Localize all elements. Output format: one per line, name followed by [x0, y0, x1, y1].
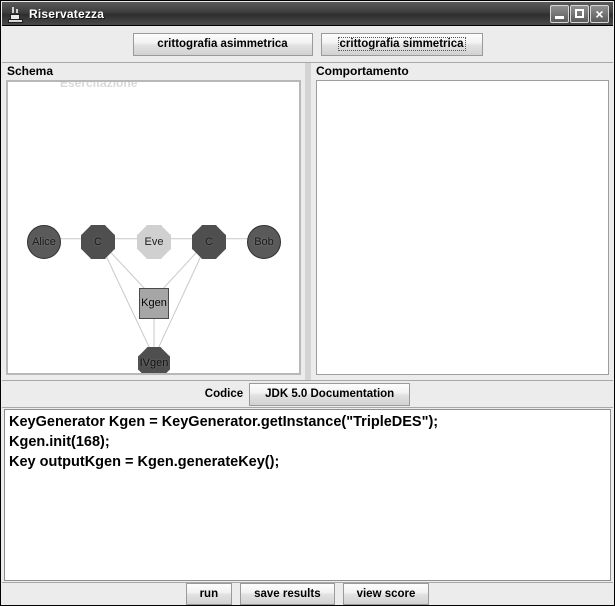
- crypto-mode-toolbar: crittografia asimmetrica crittografia si…: [2, 26, 613, 63]
- schema-pane: Schema Esercitazione Alice C Eve C Bob Kgen IV…: [2, 63, 305, 380]
- graph-node-kgen[interactable]: Kgen: [139, 287, 169, 319]
- graph-node-label: C: [94, 236, 102, 248]
- application-window: Riservatezza × crittografia asimmetrica …: [0, 0, 615, 606]
- code-toolbar: Codice JDK 5.0 Documentation: [2, 380, 613, 408]
- maximize-button[interactable]: [570, 4, 589, 23]
- view-score-label: view score: [356, 587, 416, 600]
- schema-pane-title: Schema: [2, 63, 305, 79]
- title-bar[interactable]: Riservatezza ×: [2, 2, 613, 26]
- window-title: Riservatezza: [29, 6, 105, 21]
- graph-node-label: Bob: [254, 236, 274, 248]
- graph-node-label: IVgen: [139, 357, 169, 369]
- split-pane: Schema Esercitazione Alice C Eve C Bob Kgen IV…: [2, 63, 613, 380]
- graph-node-label: C: [205, 236, 213, 248]
- run-button[interactable]: run: [185, 582, 233, 605]
- graph-node-alice[interactable]: Alice: [27, 225, 61, 259]
- behaviour-pane: Comportamento: [311, 63, 613, 380]
- code-line-3: Key outputKgen = Kgen.generateKey();: [9, 454, 280, 470]
- window-content: crittografia asimmetrica crittografia si…: [2, 26, 613, 605]
- symmetric-crypto-button[interactable]: crittografia simmetrica: [320, 32, 483, 56]
- code-line-2: Kgen.init(168);: [9, 434, 110, 450]
- minimize-icon: [555, 15, 564, 19]
- graph-node-label: Eve: [144, 236, 164, 248]
- graph-node-label: Alice: [32, 236, 56, 248]
- graph-node-bob[interactable]: Bob: [247, 225, 281, 259]
- asymmetric-crypto-button[interactable]: crittografia asimmetrica: [132, 32, 313, 56]
- code-label: Codice: [204, 388, 244, 400]
- schema-canvas[interactable]: Esercitazione Alice C Eve C Bob Kgen IVgen: [6, 80, 301, 375]
- close-icon: ×: [595, 5, 604, 22]
- behaviour-canvas[interactable]: [316, 80, 609, 375]
- close-button[interactable]: ×: [590, 4, 609, 23]
- java-cup-icon: [7, 6, 23, 23]
- code-line-1: KeyGenerator Kgen = KeyGenerator.getInst…: [9, 414, 439, 430]
- view-score-button[interactable]: view score: [342, 582, 430, 605]
- code-editor[interactable]: KeyGenerator Kgen = KeyGenerator.getInst…: [4, 409, 611, 581]
- maximize-icon: [575, 8, 584, 18]
- run-label: run: [199, 587, 219, 600]
- graph-node-eve[interactable]: Eve: [137, 225, 171, 259]
- asymmetric-crypto-label: crittografia asimmetrica: [157, 38, 288, 50]
- symmetric-crypto-label: crittografia simmetrica: [337, 37, 466, 51]
- action-bar: run save results view score: [2, 582, 613, 605]
- behaviour-pane-title: Comportamento: [311, 63, 613, 79]
- save-results-label: save results: [254, 587, 321, 600]
- save-results-button[interactable]: save results: [240, 582, 335, 605]
- schema-graph[interactable]: Esercitazione Alice C Eve C Bob Kgen IVgen: [8, 82, 299, 373]
- minimize-button[interactable]: [550, 4, 569, 23]
- window-controls: ×: [550, 4, 613, 23]
- jdk-documentation-label: JDK 5.0 Documentation: [265, 388, 395, 400]
- graph-node-c2[interactable]: C: [192, 225, 226, 259]
- graph-node-c1[interactable]: C: [81, 225, 115, 259]
- jdk-documentation-button[interactable]: JDK 5.0 Documentation: [249, 382, 411, 406]
- graph-node-label: Kgen: [141, 297, 167, 309]
